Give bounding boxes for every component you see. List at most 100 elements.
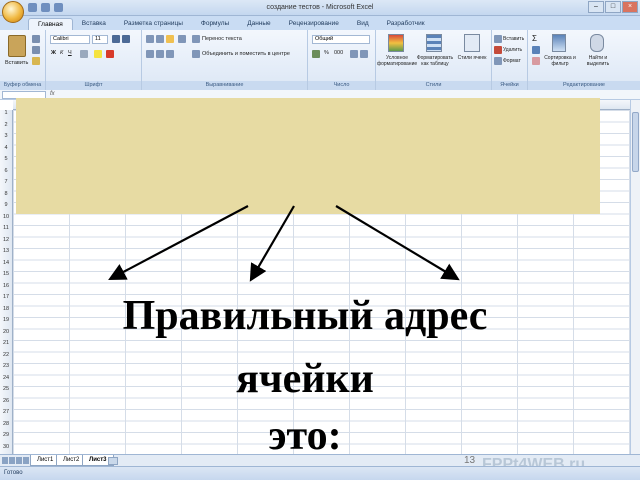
font-color-icon[interactable] [106, 50, 114, 58]
format-cells-label[interactable]: Формат [503, 58, 521, 64]
font-size-combo[interactable]: 11 [92, 35, 108, 44]
wrap-text-label[interactable]: Перенос текста [202, 36, 242, 42]
clear-icon[interactable] [532, 57, 540, 65]
row-number[interactable]: 13 [0, 248, 12, 254]
row-number[interactable]: 16 [0, 283, 12, 289]
percent-icon[interactable]: % [324, 50, 329, 56]
insert-cells-label[interactable]: Вставить [503, 36, 524, 42]
tab-data[interactable]: Данные [238, 18, 279, 30]
orientation-icon[interactable] [178, 35, 186, 43]
scroll-thumb[interactable] [632, 112, 639, 172]
row-number[interactable]: 4 [0, 145, 12, 151]
row-number[interactable]: 30 [0, 444, 12, 450]
prev-sheet-icon[interactable] [9, 457, 15, 464]
tab-developer[interactable]: Разработчик [378, 18, 434, 30]
align-middle-icon[interactable] [156, 35, 164, 43]
align-top-icon[interactable] [146, 35, 154, 43]
row-number[interactable]: 18 [0, 306, 12, 312]
row-header[interactable]: 1 2 3 4 5 6 7 8 9 10 11 12 13 14 15 16 17 18 19 20 21 22 23 24 2… [0, 110, 13, 454]
delete-cells-label[interactable]: Удалить [503, 47, 522, 53]
last-sheet-icon[interactable] [23, 457, 29, 464]
italic-icon[interactable]: К [60, 50, 63, 56]
fill-icon[interactable] [532, 46, 540, 54]
align-right-icon[interactable] [166, 50, 174, 58]
autosum-icon[interactable]: Σ [532, 34, 537, 43]
align-bottom-icon[interactable] [166, 35, 174, 43]
row-number[interactable]: 5 [0, 156, 12, 162]
row-number[interactable]: 3 [0, 133, 12, 139]
maximize-button[interactable]: □ [605, 1, 621, 13]
next-sheet-icon[interactable] [16, 457, 22, 464]
row-number[interactable]: 20 [0, 329, 12, 335]
merge-center-icon[interactable] [192, 50, 200, 58]
row-number[interactable]: 26 [0, 398, 12, 404]
tab-review[interactable]: Рецензирование [280, 18, 348, 30]
align-left-icon[interactable] [146, 50, 154, 58]
borders-icon[interactable] [80, 50, 88, 58]
row-number[interactable]: 17 [0, 294, 12, 300]
increase-decimal-icon[interactable] [350, 50, 358, 58]
cell-styles-label[interactable]: Стили ячеек [456, 55, 488, 61]
vertical-scrollbar[interactable] [630, 100, 640, 454]
paste-icon[interactable] [8, 35, 26, 57]
find-select-icon[interactable] [590, 34, 604, 52]
sort-filter-label[interactable]: Сортировка и фильтр [542, 55, 578, 67]
fill-color-icon[interactable] [94, 50, 102, 58]
row-number[interactable]: 2 [0, 122, 12, 128]
tab-page-layout[interactable]: Разметка страницы [115, 18, 192, 30]
row-number[interactable]: 8 [0, 191, 12, 197]
row-number[interactable]: 21 [0, 340, 12, 346]
row-number[interactable]: 12 [0, 237, 12, 243]
row-number[interactable]: 22 [0, 352, 12, 358]
bold-icon[interactable]: Ж [51, 50, 56, 56]
cut-icon[interactable] [32, 35, 40, 43]
row-number[interactable]: 29 [0, 432, 12, 438]
insert-sheet-icon[interactable] [108, 457, 118, 465]
comma-style-icon[interactable]: 000 [334, 50, 343, 56]
merge-center-label[interactable]: Объединить и поместить в центре [202, 51, 290, 57]
insert-cells-icon[interactable] [494, 35, 502, 43]
first-sheet-icon[interactable] [2, 457, 8, 464]
tab-home[interactable]: Главная [28, 18, 73, 30]
row-number[interactable]: 24 [0, 375, 12, 381]
currency-icon[interactable] [312, 50, 320, 58]
tab-view[interactable]: Вид [348, 18, 378, 30]
conditional-formatting-label[interactable]: Условное форматирование [377, 55, 417, 67]
underline-icon[interactable]: Ч [68, 50, 72, 56]
minimize-button[interactable]: – [588, 1, 604, 13]
row-number[interactable]: 10 [0, 214, 12, 220]
align-center-icon[interactable] [156, 50, 164, 58]
copy-icon[interactable] [32, 46, 40, 54]
format-as-table-icon[interactable] [426, 34, 442, 52]
conditional-formatting-icon[interactable] [388, 34, 404, 52]
close-button[interactable]: × [622, 1, 638, 13]
row-number[interactable]: 11 [0, 225, 12, 231]
shrink-font-icon[interactable] [122, 35, 130, 43]
number-format-combo[interactable]: Общий [312, 35, 370, 44]
delete-cells-icon[interactable] [494, 46, 502, 54]
row-number[interactable]: 7 [0, 179, 12, 185]
row-number[interactable]: 19 [0, 317, 12, 323]
grow-font-icon[interactable] [112, 35, 120, 43]
format-cells-icon[interactable] [494, 57, 502, 65]
row-number[interactable]: 23 [0, 363, 12, 369]
row-number[interactable]: 6 [0, 168, 12, 174]
format-as-table-label[interactable]: Форматировать как таблицу [416, 55, 454, 67]
decrease-decimal-icon[interactable] [360, 50, 368, 58]
row-number[interactable]: 1 [0, 110, 12, 116]
row-number[interactable]: 28 [0, 421, 12, 427]
row-number[interactable]: 27 [0, 409, 12, 415]
row-number[interactable]: 25 [0, 386, 12, 392]
font-name-combo[interactable]: Calibri [50, 35, 90, 44]
format-painter-icon[interactable] [32, 57, 40, 65]
find-select-label[interactable]: Найти и выделить [580, 55, 616, 67]
row-number[interactable]: 9 [0, 202, 12, 208]
row-number[interactable]: 14 [0, 260, 12, 266]
cell-styles-icon[interactable] [464, 34, 480, 52]
wrap-text-icon[interactable] [192, 35, 200, 43]
sort-filter-icon[interactable] [552, 34, 566, 52]
tab-formulas[interactable]: Формулы [192, 18, 238, 30]
office-button[interactable] [2, 1, 24, 23]
tab-insert[interactable]: Вставка [73, 18, 115, 30]
row-number[interactable]: 15 [0, 271, 12, 277]
